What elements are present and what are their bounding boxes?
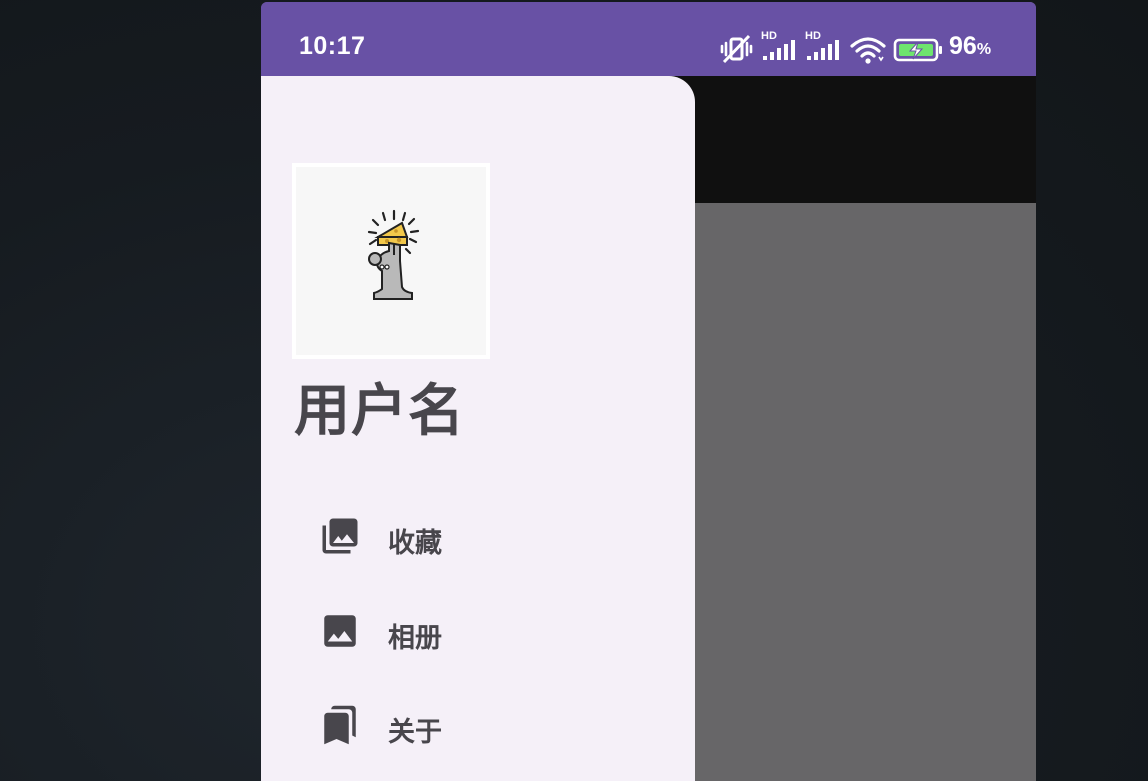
avatar[interactable] (292, 163, 490, 359)
drawer-item-label: 关于 (388, 717, 442, 748)
phone-screen: 10:17 HD HD 96% 用户名 收藏 相册 关于 (261, 2, 1036, 781)
battery-percent-value: 96 (949, 32, 977, 60)
mouse-holding-cheese-avatar (367, 209, 420, 300)
photo-library-icon (322, 518, 358, 554)
signal-hd-icon: HD (805, 30, 845, 64)
drawer-item-label: 相册 (388, 623, 442, 654)
drawer-item-about[interactable]: 关于 (261, 690, 695, 760)
navigation-drawer: 用户名 收藏 相册 关于 (261, 76, 695, 781)
wifi-icon (850, 37, 886, 64)
mute-vibrate-icon (720, 34, 753, 64)
signal-hd-icon: HD (761, 30, 801, 64)
drawer-item-album[interactable]: 相册 (261, 596, 695, 666)
battery-percent-unit: % (976, 41, 992, 58)
image-icon (324, 615, 356, 647)
bookmarks-icon (324, 705, 356, 745)
status-time: 10:17 (299, 32, 366, 60)
drawer-item-favorites[interactable]: 收藏 (261, 501, 695, 571)
username: 用户名 (294, 379, 465, 444)
status-bar: 10:17 HD HD 96% (261, 2, 1036, 76)
drawer-item-label: 收藏 (388, 528, 442, 559)
battery-charging-icon (893, 38, 942, 62)
battery-percent: 96% (949, 32, 991, 61)
